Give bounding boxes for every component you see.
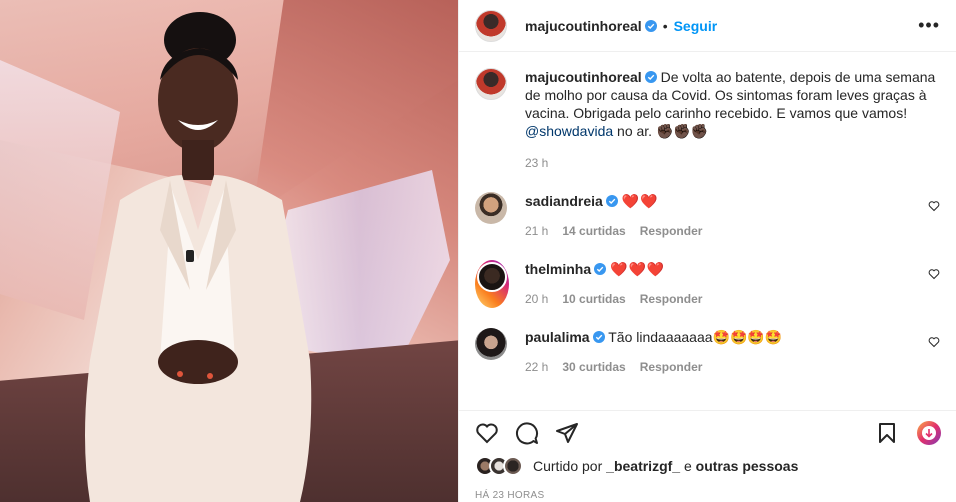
- comments-section[interactable]: majucoutinhoreal De volta ao batente, de…: [459, 52, 956, 402]
- share-paper-plane-icon[interactable]: [555, 421, 579, 445]
- comment-text: Tão lindaaaaaaa🤩🤩🤩🤩: [608, 329, 783, 345]
- reply-button[interactable]: Responder: [640, 358, 703, 376]
- author-username[interactable]: majucoutinhoreal: [525, 18, 642, 34]
- comment-timestamp[interactable]: 22 h: [525, 358, 548, 376]
- comment-item: sadiandreia ❤️❤️ 21 h 14 curtidas Responde…: [475, 192, 940, 240]
- verified-badge-icon: [594, 263, 607, 275]
- author-avatar[interactable]: [475, 9, 507, 42]
- caption-timestamp[interactable]: 23 h: [525, 154, 548, 172]
- comment-timestamp[interactable]: 20 h: [525, 290, 548, 308]
- post-photo[interactable]: [0, 0, 458, 502]
- download-arrow-icon: [922, 425, 936, 440]
- caption: majucoutinhoreal De volta ao batente, de…: [475, 68, 940, 172]
- comment-timestamp[interactable]: 21 h: [525, 222, 548, 240]
- like-comment-heart-icon[interactable]: [928, 200, 940, 212]
- commenter-avatar[interactable]: [475, 192, 507, 224]
- download-extension-icon[interactable]: [917, 420, 941, 445]
- save-bookmark-icon[interactable]: [875, 421, 899, 445]
- post-sidebar: majucoutinhoreal • Seguir ••• majucoutin…: [458, 0, 956, 502]
- commenter-avatar[interactable]: [475, 328, 507, 360]
- instagram-post: majucoutinhoreal • Seguir ••• majucoutin…: [0, 0, 956, 502]
- more-options-icon[interactable]: •••: [918, 15, 940, 36]
- verified-badge-icon: [605, 195, 618, 207]
- verified-badge-icon: [644, 19, 657, 32]
- post-date[interactable]: HÁ 23 HORAS: [475, 490, 544, 501]
- comment-item: thelminha ❤️❤️❤️ 20 h 10 curtidas Responde…: [475, 260, 940, 308]
- comment-username[interactable]: paulalima: [525, 329, 590, 345]
- liker-avatar[interactable]: [503, 456, 523, 476]
- comment-username[interactable]: thelminha: [525, 261, 591, 277]
- follow-button[interactable]: Seguir: [674, 18, 718, 34]
- action-bar: [459, 410, 956, 454]
- comment-item: paulalima Tão lindaaaaaaa🤩🤩🤩🤩 22 h 30 cur…: [475, 328, 940, 376]
- liked-by-prefix: Curtido por: [533, 458, 603, 474]
- commenter-avatar[interactable]: [477, 262, 507, 292]
- comment-bubble-icon[interactable]: [515, 421, 539, 445]
- like-comment-heart-icon[interactable]: [928, 336, 940, 348]
- comment-text: ❤️❤️❤️: [610, 261, 666, 277]
- liked-by-others-link[interactable]: outras pessoas: [696, 458, 799, 474]
- liked-by-user[interactable]: _beatrizgf_: [606, 458, 680, 474]
- woman-figure: [85, 12, 312, 502]
- comment-username[interactable]: sadiandreia: [525, 193, 603, 209]
- reply-button[interactable]: Responder: [640, 222, 703, 240]
- caption-suffix: no ar. ✊🏿✊🏿✊🏿: [613, 123, 709, 139]
- separator-dot: •: [662, 17, 668, 34]
- like-heart-icon[interactable]: [475, 421, 499, 445]
- story-ring[interactable]: [475, 260, 509, 308]
- liked-by: Curtido por _beatrizgf_ e outras pessoas: [475, 456, 798, 476]
- post-header: majucoutinhoreal • Seguir •••: [459, 0, 956, 52]
- comment-likes[interactable]: 14 curtidas: [562, 222, 625, 240]
- liked-by-and: e: [683, 458, 692, 474]
- caption-mention-link[interactable]: @showdavida: [525, 123, 613, 139]
- verified-badge-icon: [592, 331, 605, 343]
- caption-username[interactable]: majucoutinhoreal: [525, 69, 642, 85]
- comment-text: ❤️❤️: [621, 193, 659, 209]
- verified-badge-icon: [644, 71, 657, 83]
- comment-likes[interactable]: 10 curtidas: [562, 290, 625, 308]
- reply-button[interactable]: Responder: [640, 290, 703, 308]
- like-comment-heart-icon[interactable]: [928, 268, 940, 280]
- author-avatar[interactable]: [475, 68, 507, 100]
- comment-likes[interactable]: 30 curtidas: [562, 358, 625, 376]
